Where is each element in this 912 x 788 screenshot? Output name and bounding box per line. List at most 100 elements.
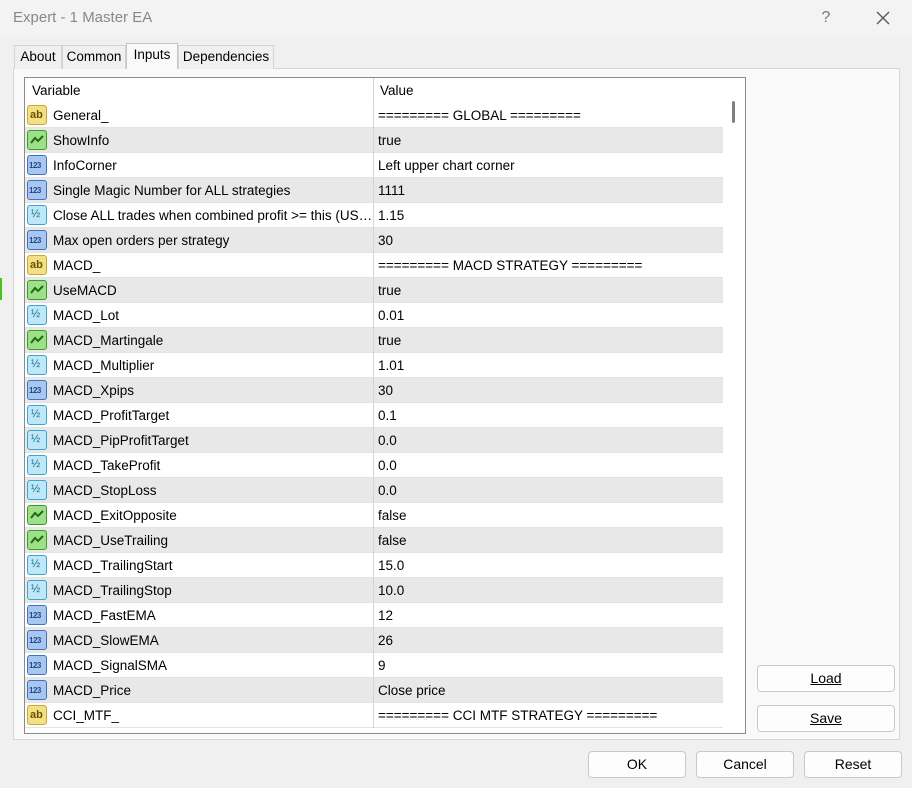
type-icon-cell: ab (27, 255, 47, 275)
type-icon-cell: ½ (27, 405, 47, 425)
cell-divider (373, 478, 374, 503)
reset-button[interactable]: Reset (804, 751, 902, 778)
cell-divider (373, 453, 374, 478)
variable-name: MACD_ExitOpposite (53, 508, 177, 523)
type-icon-cell: ½ (27, 355, 47, 375)
variable-value[interactable]: 1.15 (378, 203, 718, 228)
variable-value[interactable]: 0.01 (378, 303, 718, 328)
cancel-button[interactable]: Cancel (696, 751, 794, 778)
close-button[interactable] (868, 4, 898, 32)
table-row[interactable]: 123 MACD_Price Close price (25, 678, 723, 703)
variable-value[interactable]: 0.0 (378, 478, 718, 503)
table-row[interactable]: MACD_ExitOpposite false (25, 503, 723, 528)
table-row[interactable]: 123 MACD_SignalSMA 9 (25, 653, 723, 678)
table-row[interactable]: MACD_UseTrailing false (25, 528, 723, 553)
string-type-icon: ab (27, 105, 47, 125)
type-icon-cell: ½ (27, 580, 47, 600)
table-row[interactable]: ½ MACD_StopLoss 0.0 (25, 478, 723, 503)
table-row[interactable]: ab CCI_MTF_ ========= CCI MTF STRATEGY ===… (25, 703, 723, 728)
bool-type-icon (27, 330, 47, 350)
table-row[interactable]: ½ MACD_Lot 0.01 (25, 303, 723, 328)
variable-value[interactable]: 10.0 (378, 578, 718, 603)
variable-value[interactable]: true (378, 328, 718, 353)
bool-type-icon (27, 530, 47, 550)
double-type-icon: ½ (27, 205, 47, 225)
variable-name: MACD_Martingale (53, 333, 164, 348)
double-type-icon: ½ (27, 480, 47, 500)
cell-divider (373, 278, 374, 303)
window-title: Expert - 1 Master EA (13, 9, 153, 26)
variable-value[interactable]: 12 (378, 603, 718, 628)
variable-value[interactable]: Close price (378, 678, 718, 703)
variable-name: MACD_ProfitTarget (53, 408, 170, 423)
vertical-scrollbar[interactable] (723, 78, 745, 733)
scrollbar-thumb[interactable] (732, 101, 735, 123)
integer-type-icon: 123 (27, 155, 47, 175)
variable-value[interactable]: false (378, 503, 718, 528)
table-row[interactable]: 123 Single Magic Number for ALL strategie… (25, 178, 723, 203)
variable-name: MACD_Lot (53, 308, 120, 323)
save-button[interactable]: Save (757, 705, 895, 732)
variable-value[interactable]: false (378, 528, 718, 553)
load-button[interactable]: Load (757, 665, 895, 692)
variable-value[interactable]: ========= CCI MTF STRATEGY ========= (378, 703, 718, 728)
variable-value[interactable]: ========= GLOBAL ========= (378, 103, 718, 128)
cell-divider (373, 703, 374, 728)
table-row[interactable]: 123 MACD_Xpips 30 (25, 378, 723, 403)
variable-name: General_ (53, 108, 109, 123)
column-header-variable[interactable]: Variable (25, 78, 373, 104)
variable-name: ShowInfo (53, 133, 110, 148)
double-type-icon: ½ (27, 455, 47, 475)
variable-value[interactable]: Left upper chart corner (378, 153, 718, 178)
tab-inputs[interactable]: Inputs (126, 43, 178, 69)
cell-divider (373, 103, 374, 128)
table-row[interactable]: 123 Max open orders per strategy 30 (25, 228, 723, 253)
variable-value[interactable]: true (378, 128, 718, 153)
variable-value[interactable]: 1111 (378, 178, 718, 203)
tab-dependencies[interactable]: Dependencies (178, 45, 274, 69)
table-row[interactable]: MACD_Martingale true (25, 328, 723, 353)
variable-value[interactable]: true (378, 278, 718, 303)
table-row[interactable]: ½ MACD_PipProfitTarget 0.0 (25, 428, 723, 453)
variable-value[interactable]: 0.1 (378, 403, 718, 428)
variable-name: MACD_SignalSMA (53, 658, 168, 673)
table-row[interactable]: ab General_ ========= GLOBAL ========= (25, 103, 723, 128)
cell-divider (373, 228, 374, 253)
load-button-label: Load (810, 670, 842, 686)
ok-button[interactable]: OK (588, 751, 686, 778)
table-row[interactable]: ½ MACD_ProfitTarget 0.1 (25, 403, 723, 428)
variable-value[interactable]: 26 (378, 628, 718, 653)
cell-divider (373, 528, 374, 553)
variable-value[interactable]: 0.0 (378, 428, 718, 453)
variable-value[interactable]: 9 (378, 653, 718, 678)
cell-divider (373, 303, 374, 328)
table-row[interactable]: ½ MACD_TrailingStop 10.0 (25, 578, 723, 603)
table-row[interactable]: ½ MACD_TakeProfit 0.0 (25, 453, 723, 478)
type-icon-cell (27, 330, 47, 350)
bool-type-icon (27, 280, 47, 300)
integer-type-icon: 123 (27, 230, 47, 250)
variable-value[interactable]: 1.01 (378, 353, 718, 378)
table-row[interactable]: 123 MACD_SlowEMA 26 (25, 628, 723, 653)
variable-value[interactable]: 15.0 (378, 553, 718, 578)
column-header-value[interactable]: Value (373, 78, 723, 104)
type-icon-cell: 123 (27, 230, 47, 250)
variable-value[interactable]: 0.0 (378, 453, 718, 478)
table-row[interactable]: 123 MACD_FastEMA 12 (25, 603, 723, 628)
table-row[interactable]: ½ MACD_TrailingStart 15.0 (25, 553, 723, 578)
variable-value[interactable]: 30 (378, 378, 718, 403)
table-row[interactable]: ab MACD_ ========= MACD STRATEGY ========= (25, 253, 723, 278)
variable-value[interactable]: 30 (378, 228, 718, 253)
table-row[interactable]: ShowInfo true (25, 128, 723, 153)
table-row[interactable]: 123 InfoCorner Left upper chart corner (25, 153, 723, 178)
tab-about[interactable]: About (14, 45, 62, 69)
cell-divider (373, 678, 374, 703)
variable-value[interactable]: ========= MACD STRATEGY ========= (378, 253, 718, 278)
table-row[interactable]: ½ Close ALL trades when combined profit >… (25, 203, 723, 228)
variable-name: MACD_ (53, 258, 101, 273)
tab-common[interactable]: Common (62, 45, 126, 69)
table-row[interactable]: UseMACD true (25, 278, 723, 303)
table-row[interactable]: ½ MACD_Multiplier 1.01 (25, 353, 723, 378)
help-button[interactable]: ? (812, 4, 840, 32)
cell-divider (373, 653, 374, 678)
